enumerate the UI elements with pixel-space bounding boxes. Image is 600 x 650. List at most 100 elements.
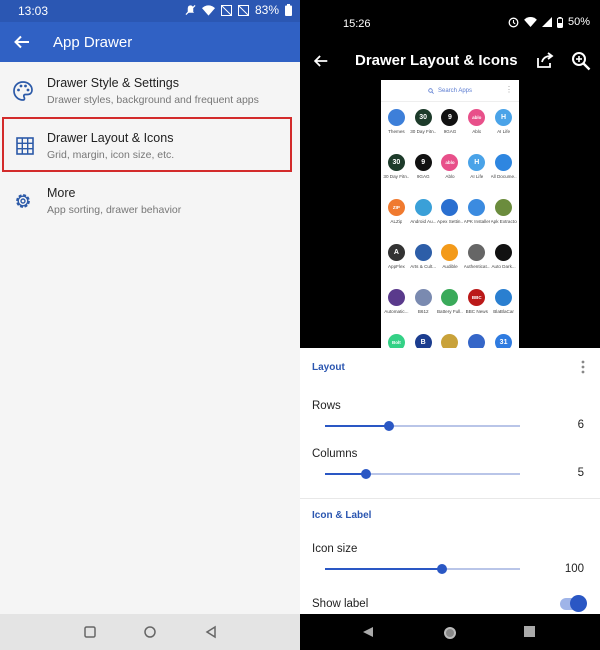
settings-item-drawer-style[interactable]: Drawer Style & Settings Drawer styles, b… <box>0 62 300 117</box>
preview-app-tile: Apex Settin... <box>437 195 464 240</box>
page-title: App Drawer <box>53 34 133 51</box>
app-label: Ablo <box>472 129 482 134</box>
app-icon-glyph: ablo <box>445 160 455 165</box>
show-label-toggle[interactable] <box>560 595 587 612</box>
gear-icon <box>16 194 30 208</box>
navigation-bar <box>0 614 300 650</box>
app-label: 9GAG <box>416 174 430 179</box>
icon-size-label: Icon size <box>312 543 358 555</box>
app-label: B612 <box>417 309 429 314</box>
app-icon: 9 <box>441 109 459 126</box>
rows-slider-thumb[interactable] <box>384 421 395 431</box>
more-vert-icon: ⋮ <box>505 85 513 94</box>
app-icon: BBC <box>468 289 486 306</box>
app-label: Audible <box>442 264 458 269</box>
columns-slider-fill <box>325 473 366 475</box>
app-label: 30 Day Fitn... <box>383 174 410 179</box>
app-icon-glyph: ZIP <box>392 205 400 210</box>
share-icon[interactable] <box>535 50 555 70</box>
settings-item-title: Drawer Style & Settings <box>47 76 179 90</box>
columns-slider[interactable] <box>325 469 520 479</box>
grid-icon <box>16 137 34 155</box>
back-arrow-icon[interactable] <box>12 32 32 52</box>
recents-icon[interactable] <box>83 625 97 639</box>
preview-app-tile: BlaBlaCar <box>490 285 517 330</box>
recents-icon[interactable] <box>524 626 535 637</box>
status-time: 15:26 <box>343 18 371 30</box>
settings-item-drawer-layout[interactable]: Drawer Layout & Icons Grid, margin, icon… <box>2 117 292 172</box>
app-icon: A <box>387 244 405 261</box>
settings-item-more[interactable]: More App sorting, drawer behavior <box>0 172 300 227</box>
app-icon: 31 <box>495 334 513 348</box>
preview-app-tile: 9 9GAG <box>437 105 464 150</box>
app-icon <box>495 289 513 306</box>
app-label: Automatic... <box>384 309 409 314</box>
settings-item-subtitle: Grid, margin, icon size, etc. <box>47 149 175 161</box>
preview-app-tile: ablo Ablo <box>437 150 464 195</box>
zoom-in-icon[interactable] <box>570 50 592 72</box>
app-label: Ablo <box>445 174 455 179</box>
app-icon-glyph: B <box>420 339 426 346</box>
status-bar: 15:26 50% <box>300 0 600 40</box>
app-icon <box>441 244 459 261</box>
app-icon-glyph: 30 <box>392 159 401 166</box>
wifi-icon <box>201 4 215 16</box>
app-label: Battery Full... <box>436 309 463 314</box>
app-label: All Docume... <box>490 174 517 179</box>
home-icon[interactable] <box>443 626 457 640</box>
app-label: Apk Extractor <box>490 219 517 224</box>
preview-app-tile: ablo Ablo <box>463 105 490 150</box>
app-label: BlaBlaCar <box>493 309 514 314</box>
drawer-preview: Search Apps ⋮ Themes 30 30 Day Fitn... 9 9GA… <box>381 80 519 348</box>
app-icon-glyph: 30 <box>419 114 428 121</box>
columns-slider-thumb[interactable] <box>360 469 371 479</box>
app-icon: 30 <box>387 154 405 171</box>
app-icon <box>468 244 486 261</box>
layout-settings-panel: Layout Rows 6 Columns 5 Icon & Label Ico… <box>300 348 600 616</box>
preview-app-tile: Android Au... <box>410 195 437 240</box>
back-icon[interactable] <box>362 626 374 638</box>
settings-item-title: Drawer Layout & Icons <box>47 131 174 145</box>
app-label: BBC News <box>465 309 488 314</box>
settings-item-title: More <box>47 186 76 200</box>
app-label: AI Life <box>497 129 511 134</box>
app-icon: 9 <box>414 154 432 171</box>
signal-off-icon <box>220 4 232 16</box>
app-icon <box>414 244 432 261</box>
show-label-toggle-knob <box>570 595 587 612</box>
app-icon: 30 <box>414 109 432 126</box>
app-icon: Bolt <box>387 334 405 348</box>
preview-app-tile: H AI Life <box>463 150 490 195</box>
app-icon: ablo <box>468 109 486 126</box>
rows-label: Rows <box>312 400 341 412</box>
settings-item-subtitle: App sorting, drawer behavior <box>47 204 182 216</box>
icon-size-slider-thumb[interactable] <box>437 564 447 574</box>
page-title: Drawer Layout & Icons <box>355 52 518 69</box>
icon-size-slider[interactable] <box>325 564 520 574</box>
more-vert-icon[interactable] <box>581 360 585 374</box>
preview-app-tile: BoltBolt <box>383 330 410 348</box>
app-label: Apex Settin... <box>436 219 463 224</box>
preview-app-tile: H AI Life <box>490 105 517 150</box>
preview-app-tile: 9 9GAG <box>410 150 437 195</box>
back-icon[interactable] <box>204 625 218 639</box>
mute-icon <box>185 4 196 16</box>
app-icon-glyph: Bolt <box>392 340 401 345</box>
rows-value: 6 <box>577 419 584 431</box>
app-icon <box>387 289 405 306</box>
rows-slider-fill <box>325 425 390 427</box>
app-icon <box>495 154 513 171</box>
navigation-bar <box>300 614 600 650</box>
app-icon-glyph: ablo <box>472 115 482 120</box>
home-icon[interactable] <box>143 625 157 639</box>
back-arrow-icon[interactable] <box>312 52 330 70</box>
app-icon: H <box>468 154 486 171</box>
battery-icon <box>285 4 292 16</box>
preview-app-tile: B612 <box>410 285 437 330</box>
app-icon-glyph: H <box>474 159 480 166</box>
app-icon <box>441 334 459 348</box>
preview-app-tile: ZIP ALZip <box>383 195 410 240</box>
rows-slider[interactable] <box>325 421 520 431</box>
app-icon-glyph: 9 <box>448 114 452 121</box>
signal-icon <box>541 17 552 27</box>
